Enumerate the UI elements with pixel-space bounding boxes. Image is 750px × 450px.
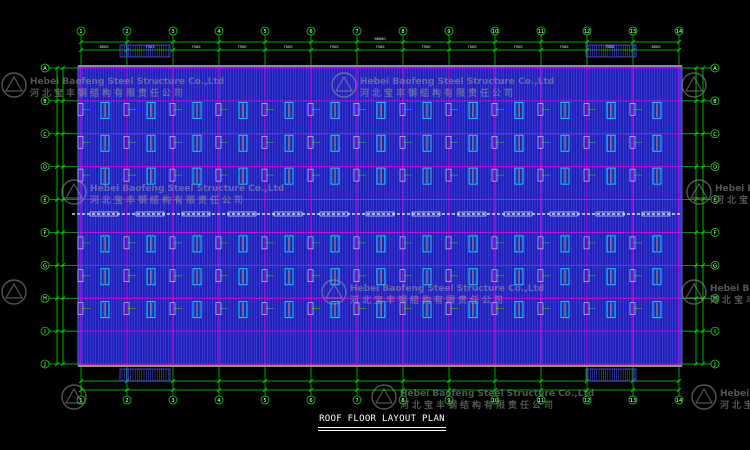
row-axis-label: G — [43, 263, 47, 269]
watermark-text-en: Hebei Baofeng Steel Structure Co.,Ltd — [350, 284, 544, 294]
column-axis-label: 5 — [263, 398, 266, 404]
column-axis-label: 6 — [309, 29, 312, 35]
title-underline-double — [318, 430, 446, 431]
row-axis-label: J — [43, 362, 45, 368]
bay-dimension-text: 7500 — [376, 45, 385, 49]
column-axis-label: 11 — [538, 29, 544, 35]
column-axis-label: 10 — [492, 29, 498, 35]
bay-dimension-text: 7500 — [192, 45, 201, 49]
column-axis-label: 13 — [630, 398, 636, 404]
row-axis-label: C — [43, 132, 47, 138]
column-axis-label: 3 — [171, 398, 174, 404]
column-axis-label: 7 — [355, 29, 358, 35]
column-axis-label: 5 — [263, 29, 266, 35]
column-axis-label: 4 — [217, 29, 220, 35]
row-axis-label: J — [713, 362, 715, 368]
column-axis-label: 2 — [125, 29, 128, 35]
column-axis-label: 1 — [79, 29, 82, 35]
watermark-text-cn: 河北宝丰钢结构有限责任公司 — [400, 399, 556, 411]
bay-dimension-text: 7500 — [560, 45, 569, 49]
watermark-text-en: Hebei Baofeng Steel Structure Co.,Ltd — [720, 389, 750, 399]
column-axis-label: 8 — [401, 29, 404, 35]
watermark-text-cn: 河北宝丰钢结构有限责任公司 — [720, 399, 750, 411]
column-axis-label: 14 — [676, 398, 682, 404]
watermark-text-cn: 河北宝丰钢结构有限责任公司 — [360, 87, 516, 99]
row-axis-label: H — [43, 296, 47, 302]
row-axis-label: D — [713, 165, 717, 171]
bay-dimension-text: 7500 — [422, 45, 431, 49]
watermark-text-en: Hebei Baofeng Steel Structure Co.,Ltd — [30, 77, 224, 87]
row-axis-label: F — [44, 230, 47, 236]
row-axis-label: B — [713, 99, 717, 105]
row-axis-label: A — [713, 66, 717, 72]
row-axis-label: E — [43, 198, 46, 204]
column-axis-label: 13 — [630, 29, 636, 35]
bay-dimension-text: 7500 — [468, 45, 477, 49]
bay-dimension-text: 7500 — [514, 45, 523, 49]
cad-drawing-canvas: 6000 7500 7500 7500 7500 7500 7500 7500 7500 7500… — [0, 0, 750, 450]
bay-dimension-text: 6000 — [100, 45, 109, 49]
roof-plan — [72, 65, 683, 367]
column-axis-label: 12 — [584, 29, 590, 35]
drawing-title: ROOF FLOOR LAYOUT PLAN — [319, 414, 445, 424]
bay-dimension-text: 7500 — [330, 45, 339, 49]
row-axis-label: D — [43, 165, 47, 171]
column-axis-label: 9 — [447, 29, 450, 35]
watermark-text-cn: 河北宝丰钢结构有限责任公司 — [350, 294, 506, 306]
title-underline — [318, 427, 446, 428]
row-axis-label: C — [713, 132, 717, 138]
column-axis-label: 6 — [309, 398, 312, 404]
column-axis-label: 2 — [125, 398, 128, 404]
bay-dimension-text: 7500 — [238, 45, 247, 49]
column-axis-label: 14 — [676, 29, 682, 35]
column-axis-label: 4 — [217, 398, 220, 404]
row-axis-label: G — [713, 263, 717, 269]
bay-dimension-text: 7500 — [284, 45, 293, 49]
row-axis-label: F — [714, 230, 717, 236]
watermark-text-cn: 河北宝丰钢结构有限责任公司 — [30, 87, 186, 99]
watermark-text-en: Hebei Baofeng Steel Structure Co.,Ltd — [710, 284, 750, 294]
overall-dimension-text: 96000 — [374, 37, 385, 41]
column-axis-label: 3 — [171, 29, 174, 35]
watermark-text-en: Hebei Baofeng Steel Structure Co.,Ltd — [90, 184, 284, 194]
watermark-text-en: Hebei Baofeng Steel Structure Co.,Ltd — [715, 184, 750, 194]
watermark-text-en: Hebei Baofeng Steel Structure Co.,Ltd — [400, 389, 594, 399]
row-axis-label: I — [714, 329, 715, 335]
row-axis-label: I — [44, 329, 45, 335]
bay-dimension-text: 6000 — [652, 45, 661, 49]
column-axis-label: 7 — [355, 398, 358, 404]
watermark-text-cn: 河北宝丰钢结构有限责任公司 — [90, 194, 246, 206]
watermark-text-en: Hebei Baofeng Steel Structure Co.,Ltd — [360, 77, 554, 87]
bay-dimension-text: 7500 — [146, 45, 155, 49]
row-axis-label: A — [43, 66, 47, 72]
watermark-text-cn: 河北宝丰钢结构有限责任公司 — [715, 194, 750, 206]
watermark-text-cn: 河北宝丰钢结构有限责任公司 — [710, 294, 750, 306]
row-axis-label: B — [43, 99, 47, 105]
